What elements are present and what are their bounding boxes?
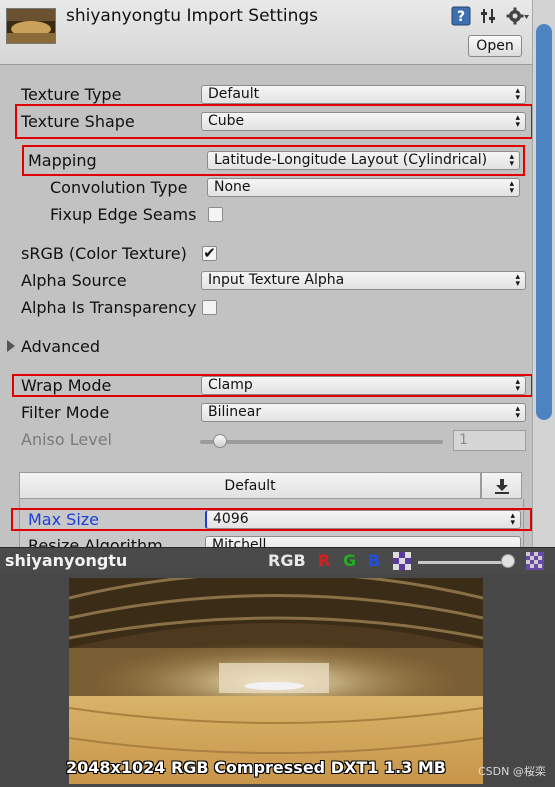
max-size-label: Max Size — [28, 510, 100, 529]
mapping-dropdown[interactable]: Latitude-Longitude Layout (Cylindrical) … — [207, 151, 520, 170]
filter-mode-value: Bilinear — [208, 404, 262, 420]
filter-mode-label: Filter Mode — [21, 403, 110, 422]
filter-mode-dropdown[interactable]: Bilinear ▴ ▾ — [201, 403, 526, 422]
srgb-checkbox[interactable]: ✔ — [202, 246, 217, 261]
dropdown-arrow-icon: ▴ ▾ — [509, 152, 514, 169]
inspector-title: shiyanyongtu Import Settings — [66, 6, 319, 26]
alpha-source-label: Alpha Source — [21, 271, 127, 290]
convolution-type-label: Convolution Type — [50, 178, 188, 197]
import-settings-panel: Texture Type Default ▴ ▾ Texture Shape Cu… — [0, 65, 532, 547]
dropdown-arrow-icon: ▴ ▾ — [510, 511, 515, 528]
dropdown-arrow-icon: ▴ ▾ — [515, 404, 520, 421]
download-icon[interactable] — [481, 472, 522, 499]
wrap-mode-dropdown[interactable]: Clamp ▴ ▾ — [201, 376, 526, 395]
channel-rgb-toggle[interactable]: RGB — [268, 551, 306, 571]
max-size-dropdown[interactable]: 4096 ▴ ▾ — [205, 510, 521, 529]
texture-shape-dropdown[interactable]: Cube ▴ ▾ — [201, 112, 526, 131]
checkmark-icon: ✔ — [203, 244, 216, 262]
tab-default-platform[interactable]: Default — [19, 472, 481, 499]
alpha-is-transparency-label: Alpha Is Transparency — [21, 298, 197, 317]
convolution-type-dropdown[interactable]: None ▴ ▾ — [207, 178, 520, 197]
texture-shape-value: Cube — [208, 113, 245, 129]
foldout-arrow-icon[interactable] — [6, 339, 16, 353]
texture-info-text: 2048x1024 RGB Compressed DXT1 1.3 MB — [66, 758, 446, 777]
resize-algorithm-label: Resize Algorithm — [28, 536, 163, 547]
mapping-value: Latitude-Longitude Layout (Cylindrical) — [214, 152, 488, 168]
texture-type-value: Default — [208, 86, 260, 102]
advanced-foldout-label[interactable]: Advanced — [21, 337, 100, 356]
svg-text:?: ? — [457, 9, 465, 25]
mip-checker-icon[interactable] — [526, 552, 544, 570]
alpha-source-value: Input Texture Alpha — [208, 272, 345, 288]
srgb-label: sRGB (Color Texture) — [21, 244, 187, 263]
channel-b-toggle[interactable]: B — [368, 551, 380, 571]
scrollbar-thumb[interactable] — [536, 24, 552, 420]
fixup-edge-seams-label: Fixup Edge Seams — [50, 205, 197, 224]
preview-title: shiyanyongtu — [5, 551, 128, 570]
mip-level-slider-track[interactable] — [418, 561, 510, 564]
mip-level-slider-handle[interactable] — [501, 554, 515, 568]
aniso-level-slider-track[interactable] — [200, 440, 443, 444]
alpha-checker-icon[interactable] — [393, 552, 411, 570]
aniso-level-field[interactable]: 1 — [453, 430, 526, 451]
alpha-is-transparency-checkbox[interactable] — [202, 300, 217, 315]
convolution-type-value: None — [214, 179, 251, 195]
preview-toolbar: shiyanyongtu RGB R G B — [0, 547, 555, 575]
watermark-text: CSDN @桜栾 — [478, 765, 546, 778]
open-button[interactable]: Open — [468, 35, 522, 57]
dropdown-arrow-icon: ▴ ▾ — [509, 179, 514, 196]
texture-thumbnail — [6, 8, 56, 44]
alpha-source-dropdown[interactable]: Input Texture Alpha ▴ ▾ — [201, 271, 526, 290]
resize-algorithm-dropdown[interactable]: Mitchell — [205, 536, 521, 547]
inspector-header: shiyanyongtu Import Settings ? Open — [0, 0, 555, 65]
wrap-mode-value: Clamp — [208, 377, 253, 393]
texture-type-label: Texture Type — [21, 85, 122, 104]
channel-g-toggle[interactable]: G — [343, 551, 356, 571]
max-size-value: 4096 — [213, 511, 249, 527]
help-icon[interactable]: ? — [451, 6, 471, 26]
texture-type-dropdown[interactable]: Default ▴ ▾ — [201, 85, 526, 104]
dropdown-arrow-icon: ▴ ▾ — [515, 377, 520, 394]
texture-preview-area: 2048x1024 RGB Compressed DXT1 1.3 MB CSD… — [0, 574, 555, 787]
presets-icon[interactable] — [479, 6, 499, 26]
wrap-mode-label: Wrap Mode — [21, 376, 112, 395]
fixup-edge-seams-checkbox[interactable] — [208, 207, 223, 222]
aniso-level-label: Aniso Level — [21, 430, 112, 449]
dropdown-arrow-icon: ▴ ▾ — [515, 272, 520, 289]
resize-algorithm-value: Mitchell — [212, 537, 267, 547]
dropdown-arrow-icon: ▴ ▾ — [515, 113, 520, 130]
settings-icon[interactable] — [506, 6, 529, 26]
channel-r-toggle[interactable]: R — [318, 551, 330, 571]
mapping-label: Mapping — [28, 151, 97, 170]
texture-shape-label: Texture Shape — [21, 112, 135, 131]
dropdown-arrow-icon: ▴ ▾ — [515, 86, 520, 103]
panorama-preview-image — [69, 578, 483, 784]
aniso-level-slider-handle[interactable] — [213, 434, 227, 448]
